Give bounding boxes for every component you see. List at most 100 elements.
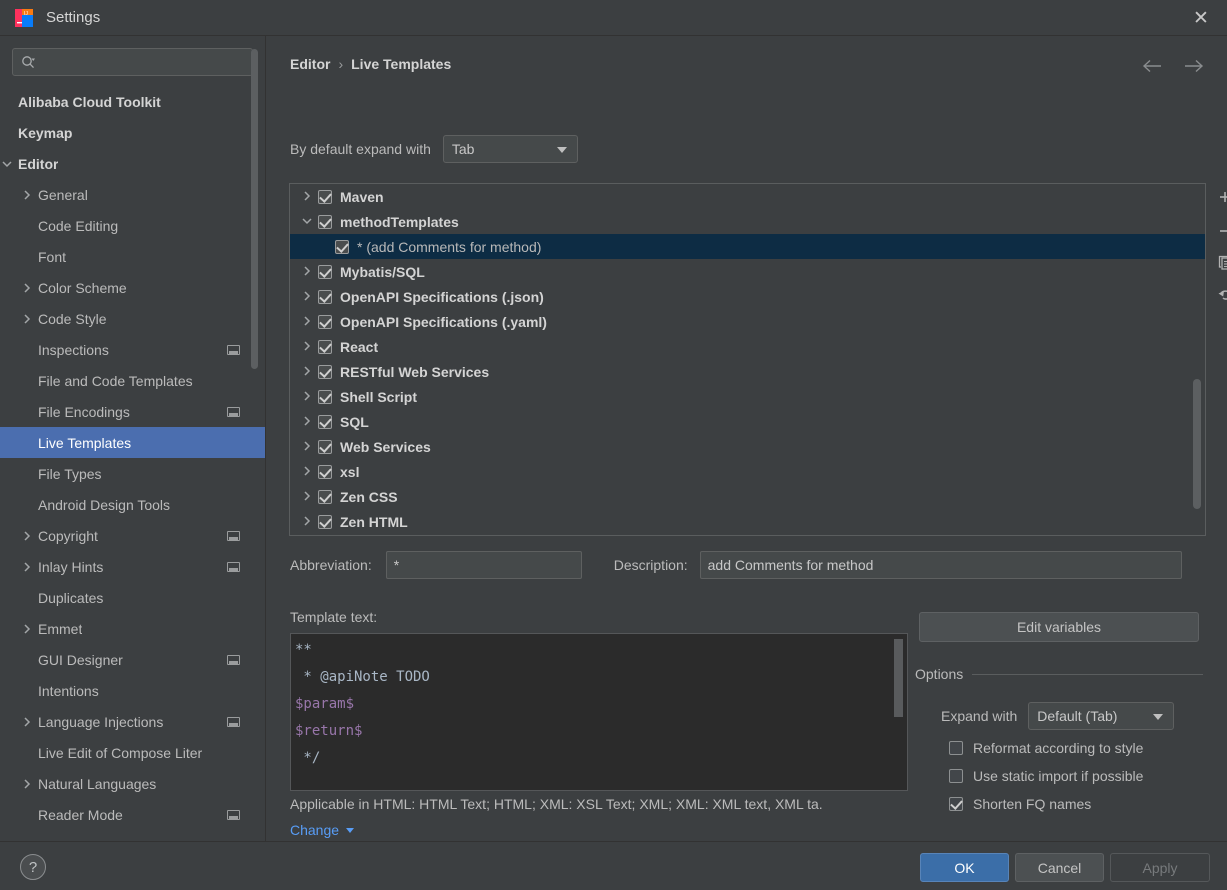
sidebar-item-reader-mode[interactable]: Reader Mode xyxy=(0,799,265,830)
checkbox-icon[interactable] xyxy=(318,214,332,229)
checkbox-icon[interactable] xyxy=(949,769,963,783)
sidebar-item-code-style[interactable]: Code Style xyxy=(0,303,265,334)
chevron-right-icon[interactable] xyxy=(300,289,318,305)
checkbox-icon[interactable] xyxy=(949,741,963,755)
checkbox-icon[interactable] xyxy=(318,314,332,329)
duplicate-button[interactable] xyxy=(1211,247,1227,279)
tree-row[interactable]: Mybatis/SQL xyxy=(290,259,1205,284)
sidebar-item-inlay-hints[interactable]: Inlay Hints xyxy=(0,551,265,582)
checkbox-icon[interactable] xyxy=(318,514,332,529)
checkbox-icon[interactable] xyxy=(318,439,332,454)
chevron-right-icon[interactable] xyxy=(20,560,34,574)
chevron-right-icon[interactable] xyxy=(300,464,318,480)
checkbox-icon[interactable] xyxy=(318,264,332,279)
chevron-right-icon[interactable] xyxy=(300,389,318,405)
tree-row[interactable]: RESTful Web Services xyxy=(290,359,1205,384)
ok-button[interactable]: OK xyxy=(920,853,1009,882)
chevron-right-icon[interactable] xyxy=(20,312,34,326)
sidebar-item-font[interactable]: Font xyxy=(0,241,265,272)
apply-button[interactable]: Apply xyxy=(1110,853,1210,882)
sidebar-item-file-encodings[interactable]: File Encodings xyxy=(0,396,265,427)
chevron-down-icon[interactable] xyxy=(300,214,318,230)
chevron-right-icon[interactable] xyxy=(20,777,34,791)
chevron-right-icon[interactable] xyxy=(20,622,34,636)
close-icon[interactable]: ✕ xyxy=(1189,6,1213,30)
chevron-right-icon[interactable] xyxy=(300,364,318,380)
chevron-right-icon[interactable] xyxy=(20,188,34,202)
checkbox-icon[interactable] xyxy=(318,489,332,504)
sidebar-item-alibaba-cloud-toolkit[interactable]: Alibaba Cloud Toolkit xyxy=(0,86,265,117)
sidebar-item-editor[interactable]: Editor xyxy=(0,148,265,179)
sidebar-item-copyright[interactable]: Copyright xyxy=(0,520,265,551)
chevron-right-icon[interactable] xyxy=(300,189,318,205)
sidebar-item-file-types[interactable]: File Types xyxy=(0,458,265,489)
arrow-right-icon[interactable] xyxy=(1181,54,1205,78)
sidebar-item-gui-designer[interactable]: GUI Designer xyxy=(0,644,265,675)
option-shorten-fq-names[interactable]: Shorten FQ names xyxy=(949,796,1091,812)
sidebar-item-live-templates[interactable]: Live Templates xyxy=(0,427,265,458)
sidebar-item-natural-languages[interactable]: Natural Languages xyxy=(0,768,265,799)
remove-button[interactable] xyxy=(1211,215,1227,247)
change-context-link[interactable]: Change xyxy=(290,822,355,838)
revert-button[interactable] xyxy=(1211,279,1227,311)
sidebar-item-color-scheme[interactable]: Color Scheme xyxy=(0,272,265,303)
arrow-left-icon[interactable] xyxy=(1141,54,1165,78)
checkbox-icon[interactable] xyxy=(335,239,349,254)
tree-row[interactable]: React xyxy=(290,334,1205,359)
chevron-right-icon[interactable] xyxy=(20,715,34,729)
sidebar-item-code-editing[interactable]: Code Editing xyxy=(0,210,265,241)
cancel-button[interactable]: Cancel xyxy=(1015,853,1104,882)
template-text-editor[interactable]: ** * @apiNote TODO $param$ $return$ */ xyxy=(290,633,908,791)
tree-row[interactable]: Shell Script xyxy=(290,384,1205,409)
option-reformat-according-to-style[interactable]: Reformat according to style xyxy=(949,740,1143,756)
add-button[interactable] xyxy=(1211,183,1227,215)
chevron-right-icon[interactable] xyxy=(300,339,318,355)
sidebar-item-emmet[interactable]: Emmet xyxy=(0,613,265,644)
checkbox-icon[interactable] xyxy=(318,389,332,404)
checkbox-icon[interactable] xyxy=(949,797,963,811)
template-scrollbar[interactable] xyxy=(894,639,903,717)
tree-scrollbar[interactable] xyxy=(1193,379,1201,509)
chevron-right-icon[interactable] xyxy=(20,529,34,543)
tree-row[interactable]: OpenAPI Specifications (.json) xyxy=(290,284,1205,309)
chevron-right-icon[interactable] xyxy=(300,489,318,505)
option-use-static-import[interactable]: Use static import if possible xyxy=(949,768,1143,784)
checkbox-icon[interactable] xyxy=(318,414,332,429)
tree-row[interactable]: Zen HTML xyxy=(290,509,1205,534)
chevron-right-icon[interactable] xyxy=(300,264,318,280)
expand-with-select[interactable]: Default (Tab) xyxy=(1028,702,1175,730)
description-input[interactable] xyxy=(699,551,1182,579)
abbreviation-input[interactable] xyxy=(385,551,582,579)
default-expand-select[interactable]: Tab xyxy=(442,135,578,163)
breadcrumb-root[interactable]: Editor xyxy=(290,56,330,72)
sidebar-item-android-design-tools[interactable]: Android Design Tools xyxy=(0,489,265,520)
sidebar-item-keymap[interactable]: Keymap xyxy=(0,117,265,148)
tree-row[interactable]: xsl xyxy=(290,459,1205,484)
chevron-right-icon[interactable] xyxy=(20,281,34,295)
search-box[interactable] xyxy=(12,48,253,76)
sidebar-item-general[interactable]: General xyxy=(0,179,265,210)
chevron-right-icon[interactable] xyxy=(300,414,318,430)
sidebar-scrollbar[interactable] xyxy=(251,49,258,369)
chevron-right-icon[interactable] xyxy=(300,314,318,330)
edit-variables-button[interactable]: Edit variables xyxy=(919,612,1199,642)
sidebar-item-inspections[interactable]: Inspections xyxy=(0,334,265,365)
checkbox-icon[interactable] xyxy=(318,364,332,379)
checkbox-icon[interactable] xyxy=(318,464,332,479)
live-templates-tree[interactable]: Maven methodTemplates * (add Comments for … xyxy=(289,183,1206,536)
chevron-right-icon[interactable] xyxy=(300,514,318,530)
sidebar-item-intentions[interactable]: Intentions xyxy=(0,675,265,706)
question-mark-icon[interactable]: ? xyxy=(20,854,46,880)
checkbox-icon[interactable] xyxy=(318,339,332,354)
search-input[interactable] xyxy=(44,54,252,70)
tree-row[interactable]: Maven xyxy=(290,184,1205,209)
chevron-right-icon[interactable] xyxy=(300,439,318,455)
sidebar-item-live-edit-of-compose-liter[interactable]: Live Edit of Compose Liter xyxy=(0,737,265,768)
sidebar-item-file-and-code-templates[interactable]: File and Code Templates xyxy=(0,365,265,396)
tree-row[interactable]: * (add Comments for method) xyxy=(290,234,1205,259)
tree-row[interactable]: Zen CSS xyxy=(290,484,1205,509)
checkbox-icon[interactable] xyxy=(318,289,332,304)
checkbox-icon[interactable] xyxy=(318,189,332,204)
tree-row[interactable]: methodTemplates xyxy=(290,209,1205,234)
tree-row[interactable]: SQL xyxy=(290,409,1205,434)
